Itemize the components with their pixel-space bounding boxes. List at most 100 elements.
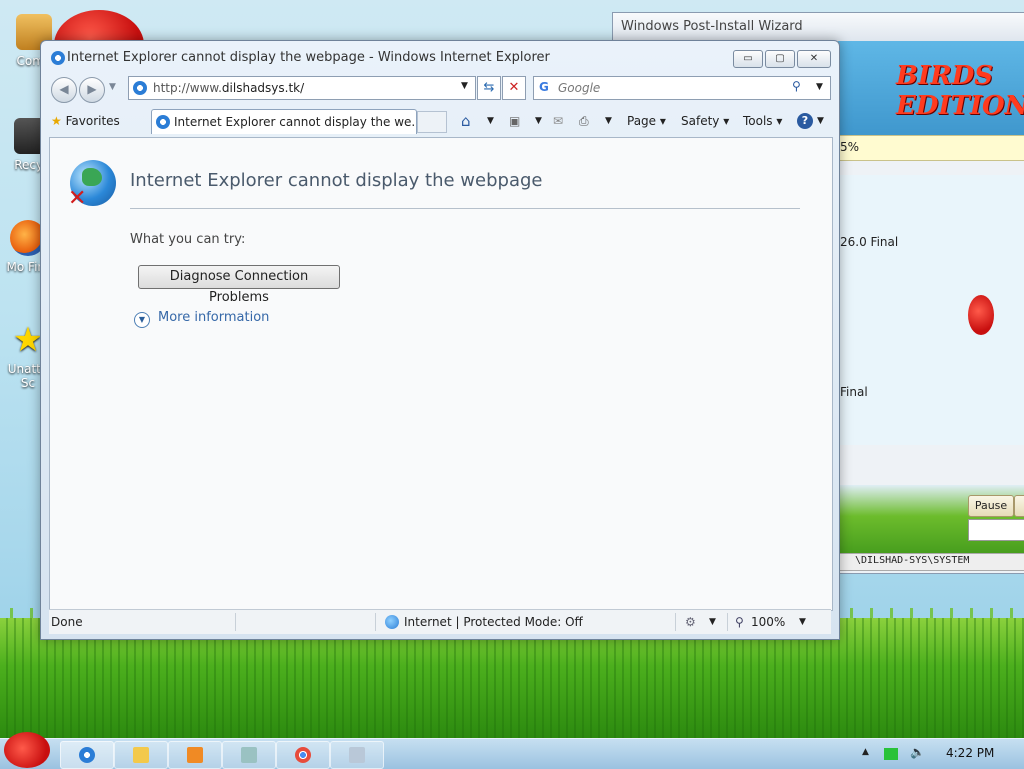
page-title: Internet Explorer cannot display the web…: [130, 170, 543, 191]
internet-explorer-window[interactable]: Internet Explorer cannot display the web…: [40, 40, 840, 640]
address-bar[interactable]: http://www.dilshadsys.tk/ ▼: [128, 76, 476, 100]
taskbar-explorer[interactable]: [114, 741, 168, 769]
protected-mode-dropdown-icon[interactable]: ▼: [709, 610, 716, 634]
show-hidden-icons[interactable]: ▲: [862, 747, 869, 757]
taskbar-internet-explorer[interactable]: [60, 741, 114, 769]
protected-mode-icon[interactable]: ⚙: [685, 610, 696, 634]
address-url[interactable]: http://www.dilshadsys.tk/: [153, 81, 304, 95]
print-dropdown-icon[interactable]: ▼: [605, 110, 612, 132]
ie-taskbar-icon: [79, 747, 95, 763]
ie-titlebar[interactable]: Internet Explorer cannot display the web…: [41, 41, 839, 75]
tools-menu[interactable]: Tools ▾: [743, 110, 782, 132]
favorites-label: Favorites: [65, 114, 120, 128]
search-icon[interactable]: ⚲: [792, 79, 801, 93]
page-content: ✕ Internet Explorer cannot display the w…: [49, 137, 833, 611]
tab-current[interactable]: Internet Explorer cannot display the we.…: [151, 109, 417, 134]
wizard-next-button[interactable]: [1014, 495, 1024, 517]
error-globe-icon: ✕: [68, 160, 116, 211]
new-tab-button[interactable]: [417, 111, 447, 133]
internet-zone-icon: [385, 615, 399, 629]
diagnose-button-label: Diagnose Connection Problems: [169, 269, 309, 305]
refresh-button[interactable]: ⇆: [477, 76, 501, 100]
divider: [130, 208, 800, 209]
print-icon[interactable]: ⎙: [579, 110, 589, 132]
minimize-button[interactable]: ▭: [733, 50, 763, 68]
search-box[interactable]: G Google ⚲ ▼: [533, 76, 831, 100]
wizard-list-item: 26.0 Final: [840, 235, 899, 249]
wizard-progress-text: 5%: [840, 140, 860, 154]
home-icon[interactable]: ⌂: [461, 110, 471, 132]
more-information-link[interactable]: More information: [158, 310, 269, 325]
volume-muted-icon[interactable]: 🔈: [910, 745, 925, 759]
folder-icon: [133, 747, 149, 763]
help-dropdown-icon[interactable]: ▼: [817, 110, 824, 132]
zoom-icon[interactable]: ⚲: [735, 610, 744, 634]
search-input[interactable]: Google: [558, 81, 600, 95]
minimize-icon: ▭: [743, 53, 753, 64]
wizard-path-text: \DILSHAD-SYS\SYSTEM: [855, 555, 970, 566]
what-you-can-try-label: What you can try:: [130, 232, 246, 247]
feeds-icon[interactable]: ▣: [509, 110, 520, 132]
status-bar: Done Internet | Protected Mode: Off ⚙ ▼ …: [49, 609, 831, 634]
wizard-icon: [241, 747, 257, 763]
read-mail-icon[interactable]: ✉: [553, 110, 563, 132]
taskbar-wizard[interactable]: [222, 741, 276, 769]
safety-menu[interactable]: Safety ▾: [681, 110, 729, 132]
start-button[interactable]: [4, 732, 50, 768]
stop-button[interactable]: ✕: [502, 76, 526, 100]
stop-icon: ✕: [508, 80, 520, 95]
help-icon[interactable]: ?: [797, 113, 813, 129]
maximize-button[interactable]: ▢: [765, 50, 795, 68]
url-domain: dilshadsys.tk/: [221, 81, 305, 95]
address-dropdown-icon[interactable]: ▼: [461, 81, 468, 91]
status-divider: [375, 613, 376, 631]
favorites-star-icon: ★: [51, 114, 62, 128]
pause-button-label: Pause: [974, 499, 1008, 512]
pause-button[interactable]: Pause: [968, 495, 1014, 517]
expand-chevron-icon[interactable]: ▼: [134, 312, 150, 328]
wizard-banner-text: BIRDS EDITION: [896, 61, 1024, 121]
back-arrow-icon: ◀: [59, 82, 69, 96]
taskbar-chrome[interactable]: [276, 741, 330, 769]
tab-and-command-row: ★ Favorites Internet Explorer cannot dis…: [47, 107, 833, 135]
wizard-title: Windows Post-Install Wizard: [613, 13, 1024, 41]
feeds-dropdown-icon[interactable]: ▼: [535, 110, 542, 132]
taskbar-control-panel[interactable]: [330, 741, 384, 769]
url-prefix: http://www.: [153, 81, 222, 95]
close-icon: ✕: [809, 53, 819, 64]
page-icon: [133, 81, 147, 95]
error-x-icon: ✕: [68, 186, 87, 211]
recent-pages-dropdown-icon[interactable]: ▼: [109, 82, 116, 92]
google-icon: G: [539, 80, 549, 94]
network-icon[interactable]: [884, 748, 898, 760]
forward-button[interactable]: ▶: [79, 77, 105, 103]
back-button[interactable]: ◀: [51, 77, 77, 103]
tab-page-icon: [156, 115, 170, 129]
status-divider: [727, 613, 728, 631]
tab-title: Internet Explorer cannot display the we.…: [174, 115, 417, 129]
taskbar-media-player[interactable]: [168, 741, 222, 769]
control-panel-icon: [349, 747, 365, 763]
page-menu[interactable]: Page ▾: [627, 110, 666, 132]
home-dropdown-icon[interactable]: ▼: [487, 110, 494, 132]
window-title: Internet Explorer cannot display the web…: [67, 50, 550, 65]
security-zone[interactable]: Internet | Protected Mode: Off: [404, 610, 583, 634]
ie-logo-icon: [51, 51, 65, 65]
status-text: Done: [51, 615, 83, 629]
wizard-install-list: 26.0 Final Final: [838, 175, 1024, 445]
refresh-icon: ⇆: [483, 80, 495, 95]
wizard-input[interactable]: [968, 519, 1024, 541]
zoom-level[interactable]: 100%: [751, 610, 785, 634]
bird-decoration: [968, 295, 994, 335]
diagnose-connection-button[interactable]: Diagnose Connection Problems: [138, 265, 340, 305]
maximize-icon: ▢: [775, 53, 785, 64]
zoom-dropdown-icon[interactable]: ▼: [799, 610, 806, 634]
search-options-dropdown-icon[interactable]: ▼: [816, 82, 823, 92]
forward-arrow-icon: ▶: [87, 82, 97, 96]
chrome-icon: [295, 747, 311, 763]
close-button[interactable]: ✕: [797, 50, 831, 68]
status-divider: [235, 613, 236, 631]
wizard-progress: 5%: [838, 135, 1024, 161]
favorites-button[interactable]: ★ Favorites: [51, 110, 120, 132]
clock[interactable]: 4:22 PM: [946, 746, 994, 760]
